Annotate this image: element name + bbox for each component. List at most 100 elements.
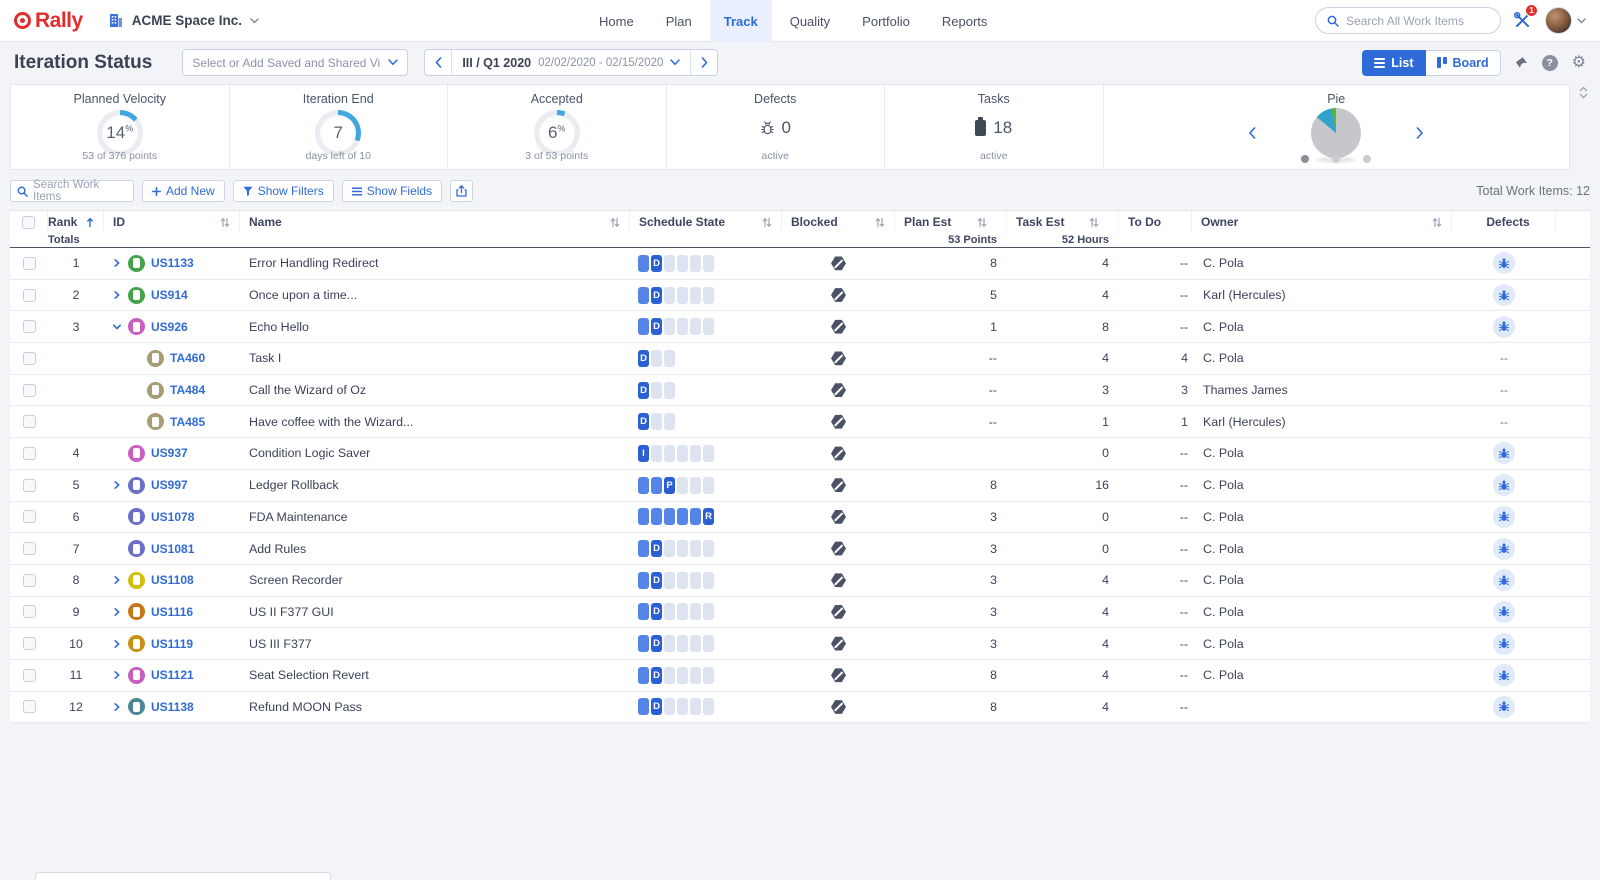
carousel-dots[interactable] [1301,155,1371,163]
work-item-name[interactable]: Error Handling Redirect [240,256,630,270]
todo-value[interactable]: -- [1119,446,1192,460]
setup-tools-button[interactable]: 1 [1513,11,1533,31]
show-filters-button[interactable]: Show Filters [233,180,334,202]
schedule-state-pill[interactable] [703,603,714,620]
todo-value[interactable]: -- [1119,700,1192,714]
plan-est-value[interactable]: 8 [895,668,1007,682]
schedule-state-pill[interactable] [677,540,688,557]
schedule-state-pill[interactable] [664,540,675,557]
column-header-defects[interactable]: Defects [1452,211,1556,233]
schedule-state-pill[interactable] [638,667,649,684]
global-search-input[interactable]: Search All Work Items [1315,7,1501,34]
schedule-state-pill[interactable] [638,540,649,557]
row-checkbox[interactable] [23,320,36,333]
blocked-icon[interactable] [831,414,846,429]
owner-value[interactable]: C. Pola [1192,637,1452,651]
work-item-name[interactable]: Refund MOON Pass [240,700,630,714]
schedule-state-pill[interactable] [651,445,662,462]
schedule-state-pill[interactable] [651,413,662,430]
todo-value[interactable]: 4 [1119,351,1192,365]
blocked-icon[interactable] [831,541,846,556]
blocked-icon[interactable] [831,509,846,524]
schedule-state-pill[interactable] [703,635,714,652]
show-fields-button[interactable]: Show Fields [342,180,442,202]
row-checkbox[interactable] [23,605,36,618]
todo-value[interactable]: -- [1119,668,1192,682]
plan-est-value[interactable]: -- [895,351,1007,365]
owner-value[interactable]: C. Pola [1192,320,1452,334]
defects-bug-icon[interactable] [1493,696,1515,718]
work-item-id-link[interactable]: US1138 [151,700,194,714]
schedule-state-pill[interactable] [664,318,675,335]
sort-asc-icon[interactable] [86,217,94,228]
blocked-icon[interactable] [831,288,846,303]
expand-chevron-icon[interactable] [112,607,122,617]
schedule-state-pill-active[interactable]: I [638,445,649,462]
sort-icon[interactable] [762,217,772,228]
owner-value[interactable]: Karl (Hercules) [1192,288,1452,302]
schedule-state-pill[interactable] [664,698,675,715]
schedule-state-pill[interactable] [664,382,675,399]
schedule-state-pill[interactable] [690,255,701,272]
nav-item-plan[interactable]: Plan [652,0,706,42]
schedule-state-pill[interactable] [703,540,714,557]
schedule-state-pill[interactable] [651,477,662,494]
schedule-state-pill[interactable] [703,445,714,462]
sort-icon[interactable] [977,217,987,228]
schedule-state-pill[interactable] [690,635,701,652]
schedule-state-pill[interactable] [703,255,714,272]
todo-value[interactable]: -- [1119,478,1192,492]
prev-iteration-button[interactable] [425,50,451,75]
blocked-icon[interactable] [831,351,846,366]
work-item-id-link[interactable]: US1121 [151,668,194,682]
row-checkbox[interactable] [23,289,36,302]
nav-item-quality[interactable]: Quality [776,0,844,42]
schedule-state-pill[interactable] [664,603,675,620]
schedule-state-pill[interactable] [677,508,688,525]
schedule-state-pill[interactable] [703,477,714,494]
gear-icon[interactable]: ⚙ [1572,55,1586,71]
column-header-schedule-state[interactable]: Schedule State [630,211,782,233]
plan-est-value[interactable]: 8 [895,478,1007,492]
nav-item-track[interactable]: Track [710,0,772,42]
schedule-state-pill[interactable] [690,477,701,494]
task-est-value[interactable]: 3 [1007,383,1119,397]
select-all-checkbox[interactable] [22,216,35,229]
nav-item-home[interactable]: Home [585,0,648,42]
column-header-name[interactable]: Name [240,211,630,233]
owner-value[interactable]: Thames James [1192,383,1452,397]
task-est-value[interactable]: 4 [1007,351,1119,365]
band-scroll-handle[interactable] [1579,86,1588,99]
collapse-chevron-icon[interactable] [112,322,122,332]
schedule-state-pill[interactable] [690,667,701,684]
carousel-prev-icon[interactable] [1248,127,1256,139]
schedule-state-pill[interactable] [690,603,701,620]
task-est-value[interactable]: 0 [1007,446,1119,460]
schedule-state-pill[interactable] [690,318,701,335]
schedule-state-pill[interactable] [651,350,662,367]
row-checkbox[interactable] [23,415,36,428]
work-item-name[interactable]: Ledger Rollback [240,478,630,492]
user-menu[interactable] [1545,7,1586,34]
schedule-state-pill[interactable] [638,287,649,304]
task-est-value[interactable]: 4 [1007,573,1119,587]
task-est-value[interactable]: 4 [1007,637,1119,651]
schedule-state-pill-active[interactable]: P [664,477,675,494]
schedule-state-pill[interactable] [703,572,714,589]
work-item-name[interactable]: Condition Logic Saver [240,446,630,460]
defects-bug-icon[interactable] [1493,252,1515,274]
schedule-state-pill-active[interactable]: D [651,287,662,304]
schedule-state-pill[interactable] [638,318,649,335]
task-est-value[interactable]: 0 [1007,542,1119,556]
expand-chevron-icon[interactable] [112,575,122,585]
work-item-name[interactable]: Task I [240,351,630,365]
help-icon[interactable]: ? [1542,55,1558,71]
schedule-state-pill[interactable] [664,508,675,525]
plan-est-value[interactable]: 3 [895,637,1007,651]
plan-est-value[interactable]: 5 [895,288,1007,302]
schedule-state-pill[interactable] [664,287,675,304]
sort-icon[interactable] [1089,217,1099,228]
schedule-state-pill-active[interactable]: D [651,603,662,620]
schedule-state-pill[interactable] [664,350,675,367]
schedule-state-pill[interactable] [690,508,701,525]
